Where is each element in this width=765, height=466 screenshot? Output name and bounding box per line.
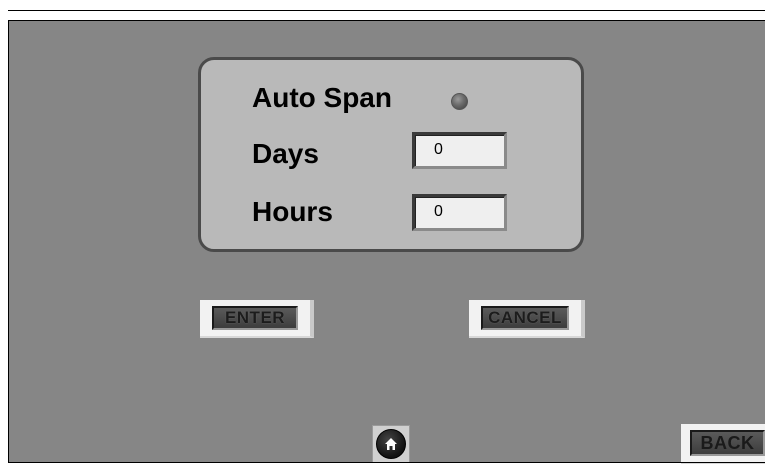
- enter-button-face: ENTER: [212, 306, 298, 330]
- home-button[interactable]: [372, 425, 410, 463]
- auto-span-label: Auto Span: [252, 82, 392, 113]
- hours-input[interactable]: 0: [412, 194, 507, 231]
- auto-span-settings-box: Auto Span Days 0 Hours 0: [198, 57, 584, 252]
- days-label: Days: [252, 138, 319, 169]
- bottom-border: [8, 462, 765, 463]
- days-input[interactable]: 0: [412, 132, 507, 169]
- cancel-button-label: CANCEL: [488, 308, 562, 327]
- home-glyph: [385, 438, 397, 450]
- hmi-screen: Auto Span Days 0 Hours 0 ENTER CANCEL BA…: [0, 0, 765, 466]
- enter-button[interactable]: ENTER: [200, 300, 314, 338]
- back-button-face: BACK: [690, 430, 765, 456]
- home-icon: [376, 429, 406, 459]
- cancel-button[interactable]: CANCEL: [469, 300, 585, 338]
- back-button-label: BACK: [700, 432, 755, 453]
- auto-span-indicator-icon[interactable]: [451, 93, 468, 110]
- enter-button-label: ENTER: [224, 308, 286, 327]
- back-button[interactable]: BACK: [681, 424, 765, 464]
- hours-label: Hours: [252, 196, 333, 227]
- cancel-button-face: CANCEL: [481, 306, 569, 330]
- top-border: [8, 10, 765, 11]
